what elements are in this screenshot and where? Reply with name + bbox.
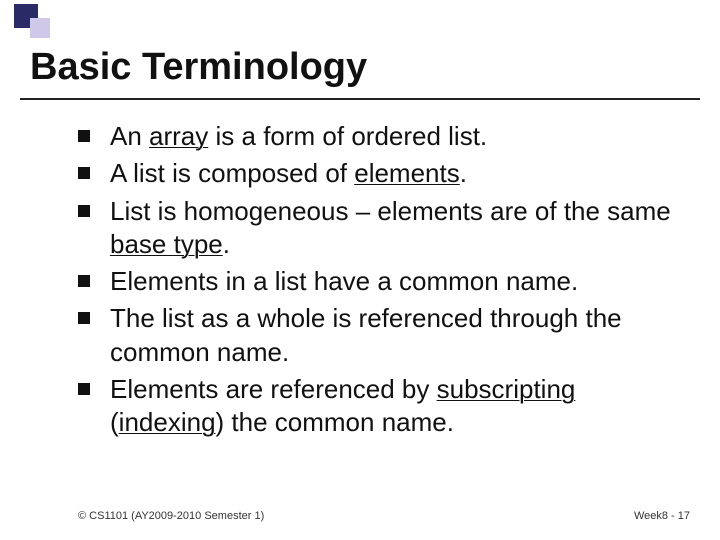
text-run: The list as a whole is referenced throug… — [110, 303, 622, 366]
text-run: . — [223, 229, 230, 259]
underlined-term: indexing — [119, 407, 216, 437]
text-run: An — [110, 121, 149, 151]
list-item: Elements are referenced by subscripting … — [78, 373, 680, 440]
text-run: A list is composed of — [110, 158, 354, 188]
footer-copyright: © CS1101 (AY2009-2010 Semester 1) — [78, 510, 264, 522]
underlined-term: array — [149, 121, 208, 151]
list-item: A list is composed of elements. — [78, 157, 680, 190]
underlined-term: base type — [110, 229, 223, 259]
bullet-list: An array is a form of ordered list. A li… — [78, 120, 680, 439]
footer-page-number: Week8 - 17 — [634, 510, 690, 522]
deco-square-light — [30, 18, 50, 38]
underlined-term: elements — [354, 158, 460, 188]
text-run: Elements are referenced by — [110, 374, 437, 404]
list-item: List is homogeneous – elements are of th… — [78, 195, 680, 262]
title-underline — [20, 98, 700, 100]
list-item: An array is a form of ordered list. — [78, 120, 680, 153]
text-run: List is homogeneous – elements are of th… — [110, 196, 671, 226]
text-run: ) the common name. — [216, 407, 454, 437]
text-run: Elements in a list have a common name. — [110, 266, 578, 296]
corner-decoration — [0, 0, 120, 40]
list-item: Elements in a list have a common name. — [78, 265, 680, 298]
slide: Basic Terminology An array is a form of … — [0, 0, 720, 540]
text-run: . — [460, 158, 467, 188]
slide-content: An array is a form of ordered list. A li… — [78, 120, 680, 443]
text-run: ( — [110, 407, 119, 437]
slide-title: Basic Terminology — [30, 46, 367, 89]
text-run: is a form of ordered list. — [208, 121, 487, 151]
underlined-term: subscripting — [437, 374, 576, 404]
list-item: The list as a whole is referenced throug… — [78, 302, 680, 369]
